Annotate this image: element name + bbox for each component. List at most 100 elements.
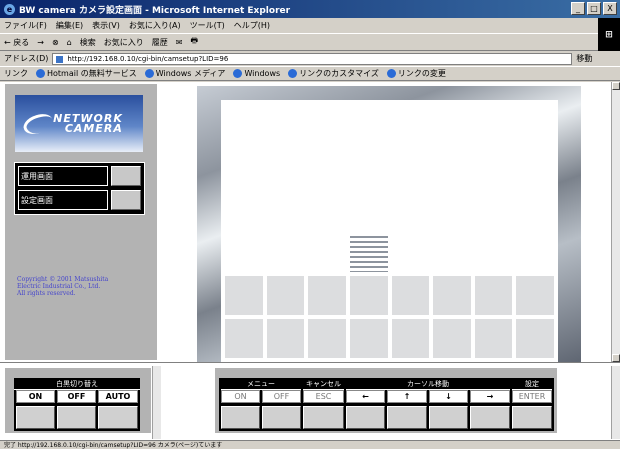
back-button[interactable]: ← 戻る bbox=[4, 37, 29, 48]
menu-off-press[interactable] bbox=[262, 406, 301, 429]
grid-cell-r3-c1[interactable] bbox=[265, 232, 306, 273]
menu-file[interactable]: ファイル(F) bbox=[4, 20, 47, 31]
grid-cell-r0-c7[interactable] bbox=[515, 103, 555, 144]
grid-cell-r5-c4[interactable] bbox=[390, 318, 431, 359]
grid-cell-r3-c3[interactable] bbox=[348, 232, 389, 273]
grid-cell-r5-c1[interactable] bbox=[265, 318, 306, 359]
grid-cell-r1-c0[interactable] bbox=[224, 146, 264, 187]
grid-cell-r2-c3[interactable] bbox=[348, 189, 389, 230]
menu-view[interactable]: 表示(V) bbox=[92, 20, 120, 31]
grid-cell-r2-c6[interactable] bbox=[473, 189, 514, 230]
mode-operation-button[interactable] bbox=[111, 166, 141, 186]
home-button[interactable]: ⌂ bbox=[67, 38, 72, 47]
right-press[interactable] bbox=[470, 406, 510, 429]
grid-cell-r0-c4[interactable] bbox=[390, 103, 431, 144]
grid-cell-r0-c0[interactable] bbox=[224, 103, 264, 144]
close-button[interactable]: X bbox=[603, 2, 617, 15]
bw-on-button[interactable]: ON bbox=[16, 390, 55, 403]
grid-cell-r1-c1[interactable] bbox=[265, 146, 306, 187]
minimize-button[interactable]: _ bbox=[571, 2, 585, 15]
frame-divider[interactable] bbox=[0, 362, 620, 363]
grid-cell-r3-c0[interactable] bbox=[224, 232, 264, 273]
grid-cell-r5-c7[interactable] bbox=[515, 318, 555, 359]
link-hotmail[interactable]: Hotmail の無料サービス bbox=[36, 68, 137, 79]
left-press[interactable] bbox=[346, 406, 385, 429]
grid-cell-r2-c7[interactable] bbox=[515, 189, 555, 230]
enter-button[interactable]: ENTER bbox=[512, 390, 552, 403]
menu-off-button[interactable]: OFF bbox=[262, 390, 301, 403]
grid-cell-r5-c3[interactable] bbox=[348, 318, 389, 359]
grid-cell-r4-c4[interactable] bbox=[390, 275, 431, 316]
grid-cell-r2-c2[interactable] bbox=[307, 189, 347, 230]
grid-cell-r3-c2[interactable] bbox=[307, 232, 347, 273]
favorites-button[interactable]: お気に入り bbox=[104, 37, 144, 48]
grid-cell-r5-c2[interactable] bbox=[307, 318, 347, 359]
link-change[interactable]: リンクの変更 bbox=[386, 68, 446, 79]
menu-help[interactable]: ヘルプ(H) bbox=[234, 20, 270, 31]
grid-cell-r3-c7[interactable] bbox=[515, 232, 555, 273]
grid-cell-r3-c4[interactable] bbox=[390, 232, 431, 273]
grid-cell-r0-c5[interactable] bbox=[432, 103, 472, 144]
grid-cell-r4-c6[interactable] bbox=[473, 275, 514, 316]
bw-off-button[interactable]: OFF bbox=[57, 390, 96, 403]
grid-cell-r1-c5[interactable] bbox=[432, 146, 472, 187]
history-button[interactable]: 履歴 bbox=[152, 37, 168, 48]
link-customize[interactable]: リンクのカスタマイズ bbox=[288, 68, 379, 79]
grid-cell-r1-c6[interactable] bbox=[473, 146, 514, 187]
grid-cell-r4-c0[interactable] bbox=[224, 275, 264, 316]
menu-on-press[interactable] bbox=[221, 406, 260, 429]
up-arrow-button[interactable]: ↑ bbox=[387, 390, 427, 403]
grid-cell-r5-c6[interactable] bbox=[473, 318, 514, 359]
grid-cell-r2-c1[interactable] bbox=[265, 189, 306, 230]
grid-cell-r2-c0[interactable] bbox=[224, 189, 264, 230]
bw-off-press[interactable] bbox=[57, 406, 96, 429]
grid-cell-r3-c5[interactable] bbox=[432, 232, 472, 273]
grid-cell-r1-c2[interactable] bbox=[307, 146, 347, 187]
print-button[interactable]: 🖶 bbox=[190, 35, 198, 49]
grid-cell-r2-c5[interactable] bbox=[432, 189, 472, 230]
bw-auto-button[interactable]: AUTO bbox=[98, 390, 138, 403]
bottom-right-scrollbar[interactable] bbox=[611, 366, 620, 439]
search-button[interactable]: 検索 bbox=[80, 37, 96, 48]
grid-cell-r4-c2[interactable] bbox=[307, 275, 347, 316]
grid-cell-r4-c5[interactable] bbox=[432, 275, 472, 316]
forward-button[interactable]: → bbox=[37, 38, 44, 47]
grid-cell-r4-c1[interactable] bbox=[265, 275, 306, 316]
grid-cell-r1-c3[interactable] bbox=[348, 146, 389, 187]
grid-cell-r0-c3[interactable] bbox=[348, 103, 389, 144]
address-input[interactable]: http://192.168.0.10/cgi-bin/camsetup?LID… bbox=[52, 52, 573, 65]
grid-cell-r2-c4[interactable] bbox=[390, 189, 431, 230]
mode-setup-button[interactable] bbox=[111, 190, 141, 210]
grid-cell-r1-c4[interactable] bbox=[390, 146, 431, 187]
grid-cell-r0-c2[interactable] bbox=[307, 103, 347, 144]
grid-cell-r4-c7[interactable] bbox=[515, 275, 555, 316]
down-press[interactable] bbox=[429, 406, 468, 429]
grid-cell-r5-c5[interactable] bbox=[432, 318, 472, 359]
menu-edit[interactable]: 編集(E) bbox=[56, 20, 83, 31]
scroll-up-arrow[interactable] bbox=[612, 82, 620, 90]
grid-cell-r1-c7[interactable] bbox=[515, 146, 555, 187]
menu-tools[interactable]: ツール(T) bbox=[190, 20, 225, 31]
esc-button[interactable]: ESC bbox=[303, 390, 344, 403]
vertical-scrollbar[interactable] bbox=[611, 82, 620, 362]
go-button[interactable]: 移動 bbox=[576, 53, 592, 64]
grid-cell-r4-c3[interactable] bbox=[348, 275, 389, 316]
grid-cell-r0-c1[interactable] bbox=[265, 103, 306, 144]
bw-auto-press[interactable] bbox=[98, 406, 138, 429]
stop-button[interactable]: ⊗ bbox=[52, 38, 59, 47]
maximize-button[interactable]: □ bbox=[587, 2, 601, 15]
bw-on-press[interactable] bbox=[16, 406, 55, 429]
link-windows[interactable]: Windows bbox=[233, 69, 280, 78]
down-arrow-button[interactable]: ↓ bbox=[429, 390, 468, 403]
menu-favorites[interactable]: お気に入り(A) bbox=[129, 20, 181, 31]
esc-press[interactable] bbox=[303, 406, 344, 429]
grid-cell-r0-c6[interactable] bbox=[473, 103, 514, 144]
grid-cell-r5-c0[interactable] bbox=[224, 318, 264, 359]
up-press[interactable] bbox=[387, 406, 427, 429]
mail-button[interactable]: ✉ bbox=[176, 38, 183, 47]
enter-press[interactable] bbox=[512, 406, 552, 429]
grid-cell-r3-c6[interactable] bbox=[473, 232, 514, 273]
link-windows-media[interactable]: Windows メディア bbox=[144, 68, 225, 79]
menu-on-button[interactable]: ON bbox=[221, 390, 260, 403]
bottom-left-scrollbar[interactable] bbox=[152, 366, 161, 439]
